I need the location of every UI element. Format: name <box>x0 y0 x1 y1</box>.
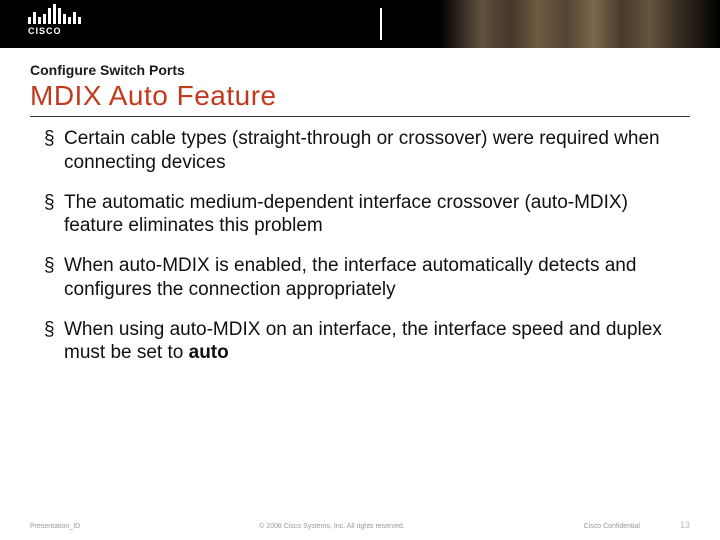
slide-content: Configure Switch Ports MDIX Auto Feature… <box>0 48 720 365</box>
slide-subtitle: Configure Switch Ports <box>30 62 690 78</box>
bullet-text: When using auto-MDIX on an interface, th… <box>64 319 662 364</box>
bullet-item: The automatic medium-dependent interface… <box>50 191 690 239</box>
cisco-logo: CISCO <box>28 4 81 36</box>
footer-right: Cisco Confidential 13 <box>584 520 690 530</box>
footer-presentation-id: Presentation_ID <box>30 523 80 530</box>
bullet-text: The automatic medium-dependent interface… <box>64 192 628 237</box>
title-divider <box>30 116 690 117</box>
bullet-item: Certain cable types (straight-through or… <box>50 127 690 175</box>
bullet-list: Certain cable types (straight-through or… <box>30 127 690 365</box>
footer-confidential: Cisco Confidential <box>584 523 640 530</box>
header-divider <box>380 8 382 40</box>
footer-copyright: © 2008 Cisco Systems, Inc. All rights re… <box>80 523 583 530</box>
bullet-text: When auto-MDIX is enabled, the interface… <box>64 255 636 300</box>
bullet-bold: auto <box>189 342 229 363</box>
cisco-logo-bars-icon <box>28 4 81 24</box>
slide-header: CISCO <box>0 0 720 48</box>
page-number: 13 <box>680 520 690 530</box>
cisco-logo-text: CISCO <box>28 26 81 36</box>
bullet-text: Certain cable types (straight-through or… <box>64 128 660 173</box>
bullet-item: When using auto-MDIX on an interface, th… <box>50 318 690 366</box>
header-photo-strip <box>440 0 720 48</box>
slide-footer: Presentation_ID © 2008 Cisco Systems, In… <box>0 520 720 530</box>
bullet-item: When auto-MDIX is enabled, the interface… <box>50 254 690 302</box>
slide-title: MDIX Auto Feature <box>30 80 690 112</box>
